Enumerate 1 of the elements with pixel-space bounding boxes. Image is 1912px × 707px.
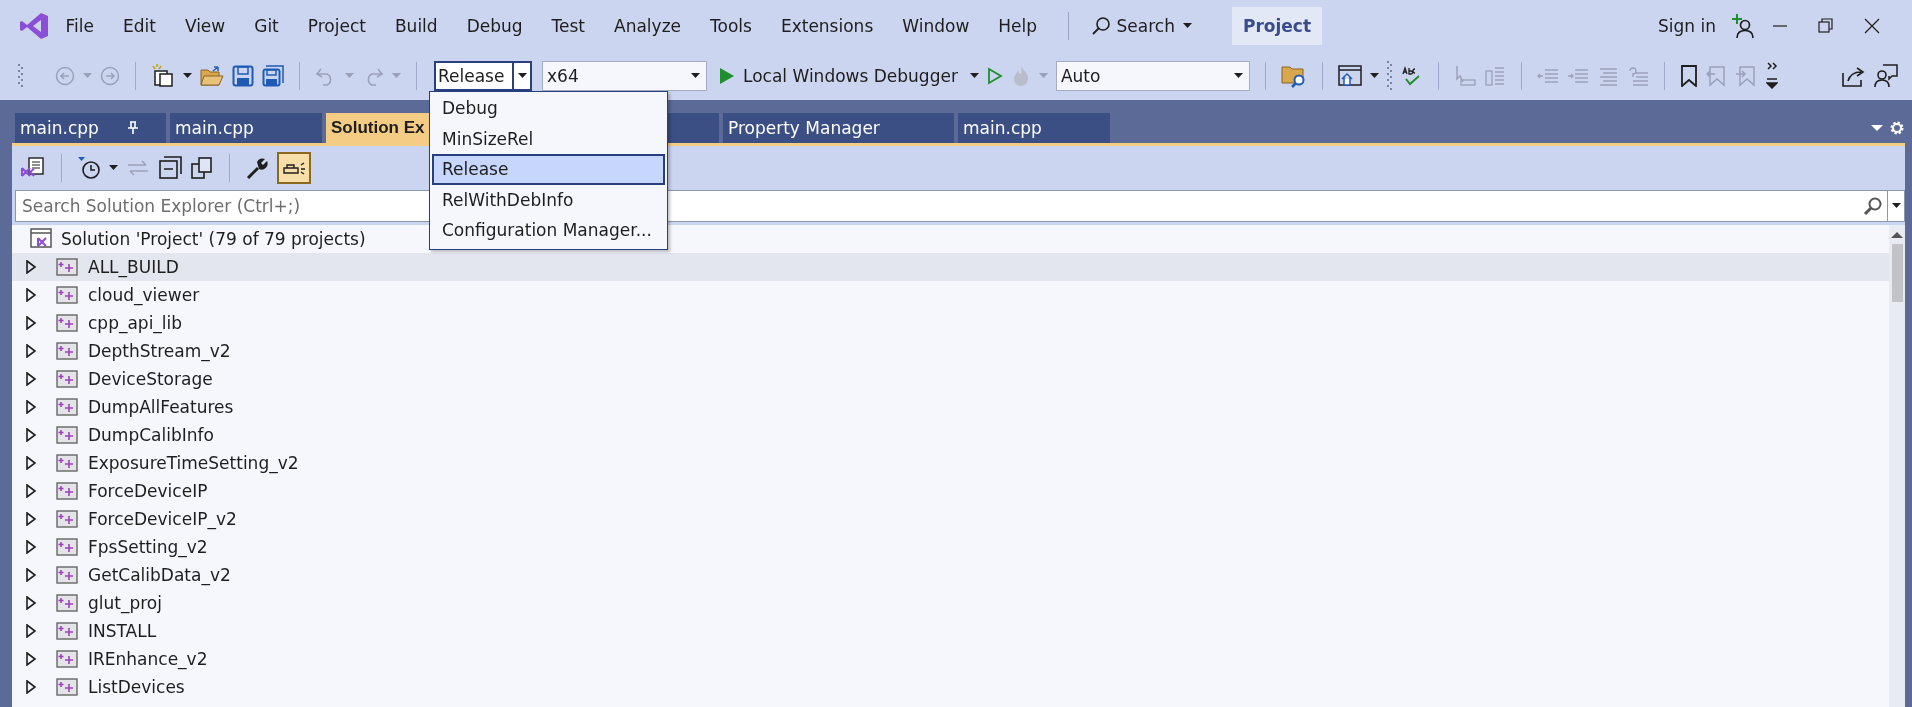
solution-name: Project	[1231, 6, 1323, 45]
